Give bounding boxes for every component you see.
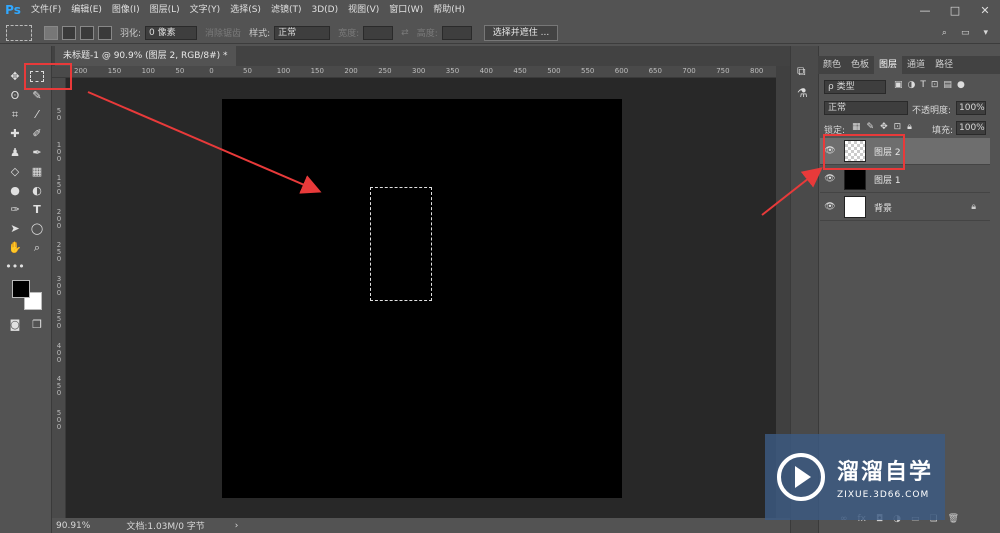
annotation-arrow-canvas [87,91,322,194]
annotation-arrows [87,91,823,216]
annotation-arrow-layer [761,167,823,216]
foreground-color-swatch[interactable] [12,280,30,298]
